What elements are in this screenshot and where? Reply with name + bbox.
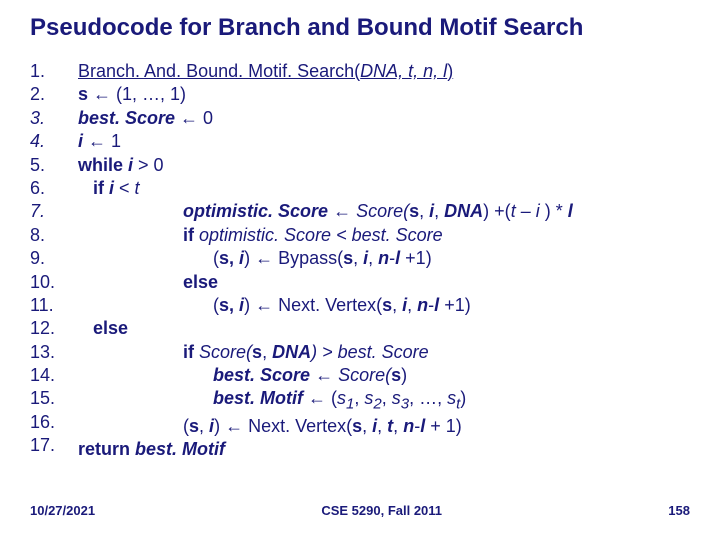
code-line-15: best. Motif ← (s1, s2, s3, …, st) xyxy=(78,387,573,414)
code-line-2: s ← (1, …, 1) xyxy=(78,83,573,106)
code-line-13: if Score(s, DNA) > best. Score xyxy=(78,341,573,364)
code-line-4: i ← 1 xyxy=(78,130,573,153)
footer-date: 10/27/2021 xyxy=(30,503,95,518)
ln-5: 5. xyxy=(30,154,78,177)
ln-14: 14. xyxy=(30,364,78,387)
code-line-11: (s, i) ← Next. Vertex(s, i, n-l +1) xyxy=(78,294,573,317)
ln-15: 15. xyxy=(30,387,78,410)
ln-9: 9. xyxy=(30,247,78,270)
code-lines: Branch. And. Bound. Motif. Search(DNA, t… xyxy=(78,60,573,461)
ln-13: 13. xyxy=(30,341,78,364)
code-line-5: while i > 0 xyxy=(78,154,573,177)
code-line-8: if optimistic. Score < best. Score xyxy=(78,224,573,247)
ln-16: 16. xyxy=(30,411,78,434)
ln-6: 6. xyxy=(30,177,78,200)
ln-10: 10. xyxy=(30,271,78,294)
footer: 10/27/2021 CSE 5290, Fall 2011 158 xyxy=(30,503,690,518)
code-line-12: else xyxy=(78,317,573,340)
code-line-3: best. Score ← 0 xyxy=(78,107,573,130)
code-line-14: best. Score ← Score(s) xyxy=(78,364,573,387)
code-line-1: Branch. And. Bound. Motif. Search(DNA, t… xyxy=(78,60,573,83)
ln-2: 2. xyxy=(30,83,78,106)
line-numbers: 1. 2. 3. 4. 5. 6. 7. 8. 9. 10. 11. 12. 1… xyxy=(30,60,78,461)
ln-7: 7. xyxy=(30,200,78,223)
ln-11: 11. xyxy=(30,294,78,317)
ln-8: 8. xyxy=(30,224,78,247)
code-line-16: (s, i) ← Next. Vertex(s, i, t, n-l + 1) xyxy=(78,415,573,438)
code-line-9: (s, i) ← Bypass(s, i, n-l +1) xyxy=(78,247,573,270)
ln-12: 12. xyxy=(30,317,78,340)
ln-4: 4. xyxy=(30,130,78,153)
ln-3: 3. xyxy=(30,107,78,130)
code-line-6: if i < t xyxy=(78,177,573,200)
footer-page: 158 xyxy=(668,503,690,518)
code-line-7: optimistic. Score ← Score(s, i, DNA) +(t… xyxy=(78,200,573,223)
page-title: Pseudocode for Branch and Bound Motif Se… xyxy=(30,14,690,42)
code-line-17: return best. Motif xyxy=(78,438,573,461)
ln-17: 17. xyxy=(30,434,78,457)
pseudocode-block: 1. 2. 3. 4. 5. 6. 7. 8. 9. 10. 11. 12. 1… xyxy=(30,60,690,461)
ln-1: 1. xyxy=(30,60,78,83)
footer-course: CSE 5290, Fall 2011 xyxy=(321,503,442,518)
code-line-10: else xyxy=(78,271,573,294)
